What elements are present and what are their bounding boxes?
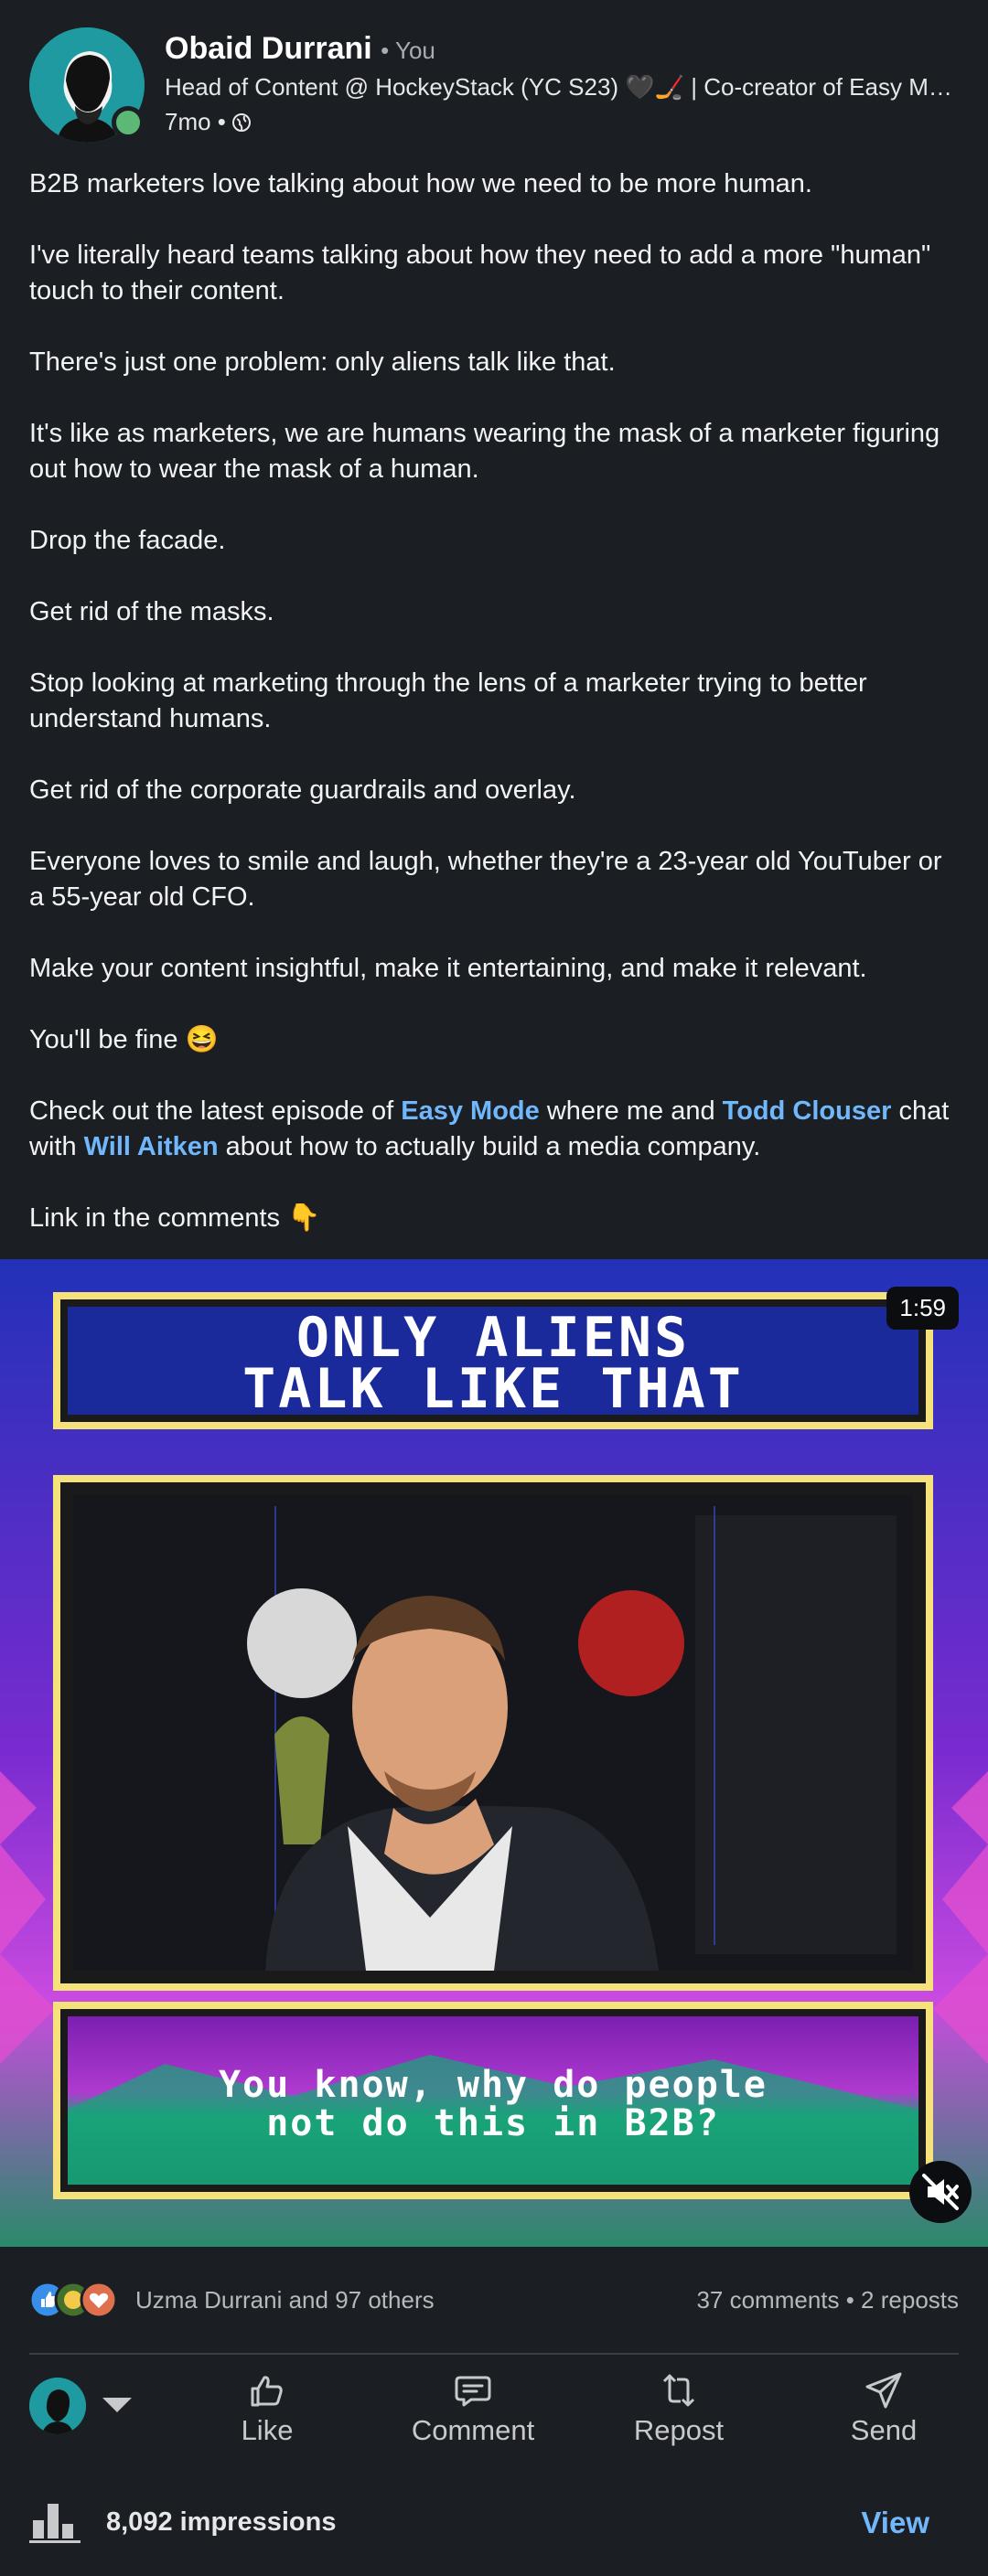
post-body: B2B marketers love talking about how we … [29, 166, 959, 1272]
video-caption-line: You know, why do people [219, 2064, 768, 2106]
author-relation: • You [381, 37, 435, 64]
send-paper-plane-icon [865, 2372, 902, 2409]
divider [29, 2353, 959, 2355]
author-name-row[interactable]: Obaid Durrani • You [165, 31, 435, 67]
video-title-line: TALK LIKE THAT [242, 1357, 744, 1421]
episode-text: where me and [539, 1096, 723, 1126]
author-headline: Head of Content @ HockeyStack (YC S23) 🖤… [165, 73, 959, 101]
repost-button[interactable]: Repost [596, 2370, 761, 2447]
impressions-count: 8,092 impressions [106, 2507, 337, 2537]
chevron-down-icon[interactable] [102, 2398, 132, 2412]
video-title: ONLY ALIENS TALK LIKE THAT [68, 1306, 918, 1421]
online-status-dot [112, 106, 145, 139]
easy-mode-link[interactable]: Easy Mode [401, 1096, 540, 1126]
episode-text: Check out the latest episode of [29, 1096, 402, 1126]
post-header: Obaid Durrani • You Head of Content @ Ho… [29, 27, 959, 146]
post-paragraph: Make your content insightful, make it en… [29, 954, 867, 983]
episode-text: about how to actually build a media comp… [218, 1132, 761, 1161]
todd-clouser-link[interactable]: Todd Clouser [723, 1096, 892, 1126]
comment-button[interactable]: Comment [391, 2370, 555, 2447]
repost-label: Repost [633, 2414, 725, 2446]
will-aitken-link[interactable]: Will Aitken [84, 1132, 219, 1161]
post-paragraph: There's just one problem: only aliens ta… [29, 347, 616, 377]
comment-bubble-icon [455, 2376, 491, 2407]
post-paragraph: Get rid of the masks. [29, 597, 274, 626]
post-paragraph: B2B marketers love talking about how we … [29, 169, 812, 198]
author-avatar[interactable] [29, 27, 145, 143]
post-paragraph-link: Link in the comments 👇 [29, 1203, 321, 1233]
impressions-bar: 8,092 impressions View [29, 2489, 959, 2553]
video-caption: You know, why do people not do this in B… [68, 2066, 918, 2143]
video-duration-badge: 1:59 [886, 1287, 959, 1330]
send-button[interactable]: Send [801, 2370, 966, 2447]
globe-icon [231, 112, 251, 132]
reactions-summary[interactable]: Uzma Durrani and 97 others [135, 2286, 435, 2314]
like-label: Like [241, 2414, 294, 2446]
post-paragraph: It's like as marketers, we are humans we… [29, 419, 940, 484]
send-label: Send [850, 2414, 918, 2446]
repost-arrows-icon [662, 2374, 695, 2407]
post-paragraph: Drop the facade. [29, 526, 226, 555]
post-meta: 7mo • [165, 108, 252, 136]
comment-label: Comment [411, 2414, 535, 2446]
video-caption-line: not do this in B2B? [266, 2102, 720, 2144]
video-player[interactable]: ONLY ALIENS TALK LIKE THAT You know, why… [0, 1259, 988, 2247]
speaker-muted-icon [922, 2174, 959, 2210]
post-time: 7mo • [165, 108, 226, 135]
reaction-icons[interactable] [28, 2281, 132, 2319]
post-paragraph: You'll be fine 😆 [29, 1025, 219, 1054]
post-paragraph: Stop looking at marketing through the le… [29, 668, 867, 733]
mute-button[interactable] [909, 2161, 972, 2223]
post-actions-bar: Like Comment Repost Send [29, 2370, 959, 2453]
social-counts: Uzma Durrani and 97 others 37 comments •… [28, 2277, 959, 2323]
post-paragraph: Everyone loves to smile and laugh, wheth… [29, 847, 942, 912]
view-analytics-link[interactable]: View [861, 2506, 929, 2540]
post-paragraph-episode: Check out the latest episode of Easy Mod… [29, 1094, 959, 1165]
bar-chart-icon [29, 2504, 81, 2543]
actor-avatar[interactable] [29, 2378, 86, 2434]
author-name[interactable]: Obaid Durrani [165, 31, 372, 66]
post-paragraph: I've literally heard teams talking about… [29, 240, 931, 305]
comments-reposts-summary[interactable]: 37 comments • 2 reposts [696, 2286, 959, 2314]
like-button[interactable]: Like [185, 2370, 349, 2447]
video-title-line: ONLY ALIENS [295, 1306, 691, 1370]
post-paragraph: Get rid of the corporate guardrails and … [29, 775, 576, 805]
thumbs-up-icon [251, 2376, 283, 2407]
